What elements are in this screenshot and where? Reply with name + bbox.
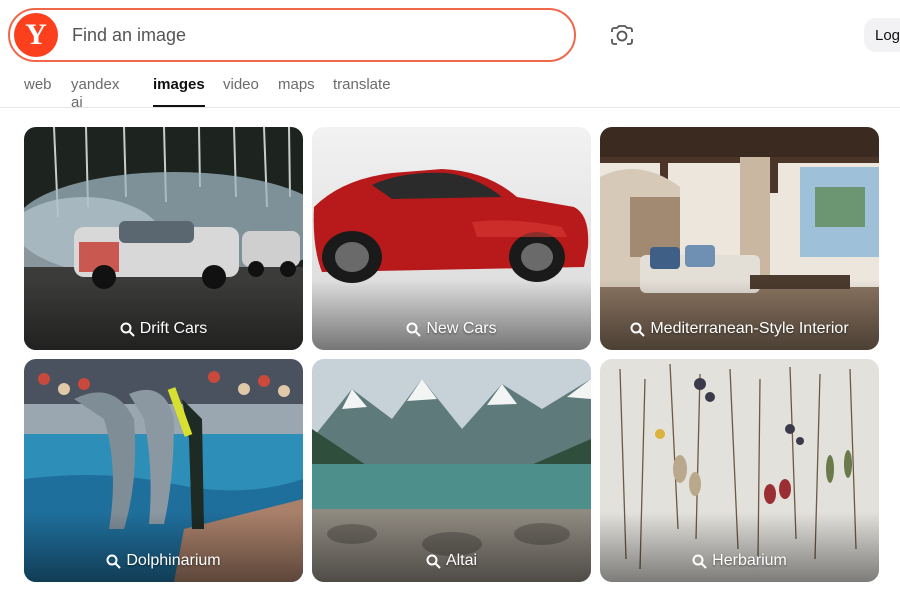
card-label: Herbarium — [600, 552, 879, 570]
tab-yandex-ai[interactable]: yandex ai — [71, 76, 135, 111]
card-shade — [600, 512, 879, 582]
search-icon — [120, 322, 135, 337]
tab-video[interactable]: video — [223, 76, 260, 107]
card-label: Dolphinarium — [24, 552, 303, 570]
card-shade — [312, 280, 591, 350]
header-divider — [0, 107, 900, 108]
search-icon — [630, 322, 646, 337]
image-card-altai[interactable]: Altai — [312, 359, 591, 582]
yandex-logo[interactable]: Y — [14, 13, 58, 57]
search-icon — [426, 554, 441, 569]
card-label: New Cars — [312, 320, 591, 338]
search-box[interactable]: Y — [8, 8, 576, 62]
card-title-mediterranean-interior: Mediterranean-Style Interior — [650, 320, 849, 337]
card-label: Drift Cars — [24, 320, 303, 338]
card-title-new-cars: New Cars — [426, 320, 497, 337]
image-card-dolphinarium[interactable]: Dolphinarium — [24, 359, 303, 582]
tab-web[interactable]: web — [24, 76, 53, 107]
search-input[interactable] — [72, 15, 574, 55]
card-label: Mediterranean-Style Interior — [600, 320, 879, 338]
card-shade — [24, 280, 303, 350]
camera-search-button[interactable] — [604, 20, 640, 52]
card-title-drift-cars: Drift Cars — [139, 320, 208, 337]
card-shade — [600, 280, 879, 350]
search-tabs: web yandex ai images video maps translat… — [24, 76, 411, 111]
tab-images[interactable]: images — [153, 76, 205, 107]
image-card-new-cars[interactable]: New Cars — [312, 127, 591, 350]
tab-translate[interactable]: translate — [333, 76, 393, 107]
card-label: Altai — [312, 552, 591, 570]
card-shade — [24, 512, 303, 582]
card-title-herbarium: Herbarium — [712, 552, 787, 569]
login-label: Log — [875, 26, 900, 44]
image-card-mediterranean-interior[interactable]: Mediterranean-Style Interior — [600, 127, 879, 350]
search-icon — [106, 554, 122, 569]
card-title-dolphinarium: Dolphinarium — [126, 552, 221, 569]
card-title-altai: Altai — [445, 552, 478, 569]
login-button[interactable]: Log — [864, 18, 900, 52]
image-grid: Drift Cars New Cars Mediterranean-Style … — [24, 127, 879, 582]
tab-maps[interactable]: maps — [278, 76, 315, 107]
card-shade — [312, 512, 591, 582]
search-icon — [406, 322, 422, 337]
search-icon — [692, 554, 707, 569]
image-card-herbarium[interactable]: Herbarium — [600, 359, 879, 582]
camera-search-icon — [609, 24, 635, 48]
image-card-drift-cars[interactable]: Drift Cars — [24, 127, 303, 350]
